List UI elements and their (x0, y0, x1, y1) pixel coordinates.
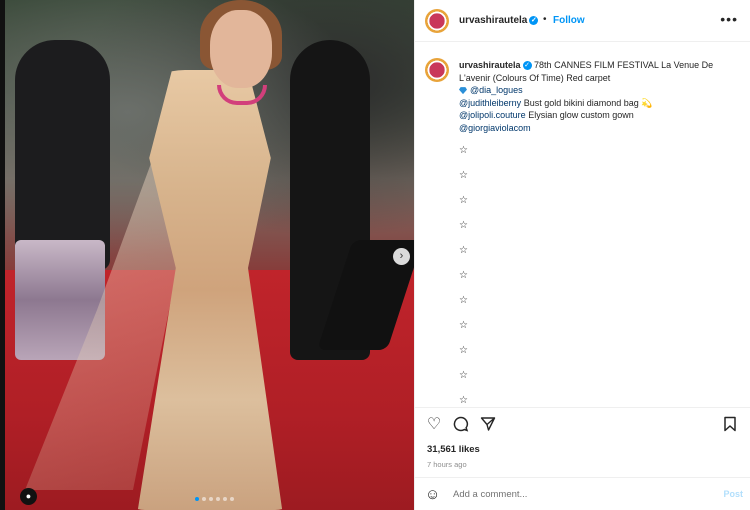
star-icon: ☆ (459, 245, 468, 256)
follow-button[interactable]: Follow (553, 15, 585, 26)
carousel-dot (209, 497, 213, 501)
like-count[interactable]: 31,561 likes (427, 444, 480, 455)
post-timestamp[interactable]: 7 hours ago (427, 460, 467, 469)
post-comment-button[interactable]: Post (723, 489, 743, 499)
star-icon: ☆ (459, 195, 468, 206)
carousel-dot (223, 497, 227, 501)
avatar[interactable] (425, 9, 449, 33)
post-side-panel: urvashirautela ✓ • Follow ••• urvashiraut… (414, 0, 750, 510)
share-icon[interactable] (479, 416, 497, 434)
heart-icon[interactable]: ♡ (425, 416, 443, 434)
more-options-icon[interactable]: ••• (720, 11, 738, 27)
caption-username[interactable]: urvashirautela (459, 60, 521, 70)
username-link[interactable]: urvashirautela ✓ (459, 15, 539, 26)
comment-bar: ☺ Post (415, 477, 750, 510)
instagram-post-modal: › ● urvashirautela ✓ • Follow ••• urvashi… (0, 0, 750, 510)
post-image[interactable]: › ● (5, 0, 414, 510)
caption-avatar[interactable] (425, 58, 449, 82)
mention-link[interactable]: @dia_logues (470, 85, 523, 95)
post-header: urvashirautela ✓ • Follow ••• (415, 0, 750, 42)
caption-line: Elysian glow custom gown (528, 110, 634, 120)
caption-section: urvashirautela ✓ 78th CANNES FILM FESTIVA… (415, 42, 750, 407)
star-icon: ☆ (459, 220, 468, 231)
star-icon: ☆ (459, 145, 468, 156)
bookmark-icon[interactable] (721, 416, 739, 434)
emoji-icon[interactable]: ☺ (425, 486, 442, 503)
action-bar: ♡ 31,561 likes 7 hours ago (415, 407, 750, 477)
star-icon: ☆ (459, 370, 468, 381)
background-person-left (15, 40, 110, 270)
carousel-dots (195, 497, 234, 501)
star-icon: ☆ (459, 320, 468, 331)
carousel-dot (230, 497, 234, 501)
comment-icon[interactable] (452, 416, 470, 434)
carousel-dot (195, 497, 199, 501)
face (210, 10, 272, 88)
diamond-icon (459, 87, 467, 95)
caption-line: Bust gold bikini diamond bag 💫 (523, 97, 653, 108)
username-text: urvashirautela (459, 15, 528, 26)
star-icon: ☆ (459, 295, 468, 306)
star-icon: ☆ (459, 395, 468, 406)
separator-dot: • (543, 14, 547, 25)
mention-link[interactable]: @giorgiaviolacom (459, 123, 531, 133)
mention-link[interactable]: @jolipoli.couture (459, 110, 526, 120)
carousel-dot (202, 497, 206, 501)
verified-badge-icon: ✓ (529, 15, 539, 25)
star-icon: ☆ (459, 170, 468, 181)
caption-text: urvashirautela ✓ 78th CANNES FILM FESTIVA… (459, 59, 744, 134)
star-list: ☆ ☆ ☆ ☆ ☆ ☆ ☆ ☆ ☆ ☆ ☆ (459, 145, 489, 407)
comment-input[interactable] (453, 486, 703, 503)
verified-badge-icon: ✓ (522, 61, 532, 71)
carousel-dot (216, 497, 220, 501)
mention-link[interactable]: @judithleiberny (459, 98, 521, 108)
chevron-right-icon[interactable]: › (393, 248, 410, 265)
star-icon: ☆ (459, 345, 468, 356)
star-icon: ☆ (459, 270, 468, 281)
user-tag-icon[interactable]: ● (20, 488, 37, 505)
